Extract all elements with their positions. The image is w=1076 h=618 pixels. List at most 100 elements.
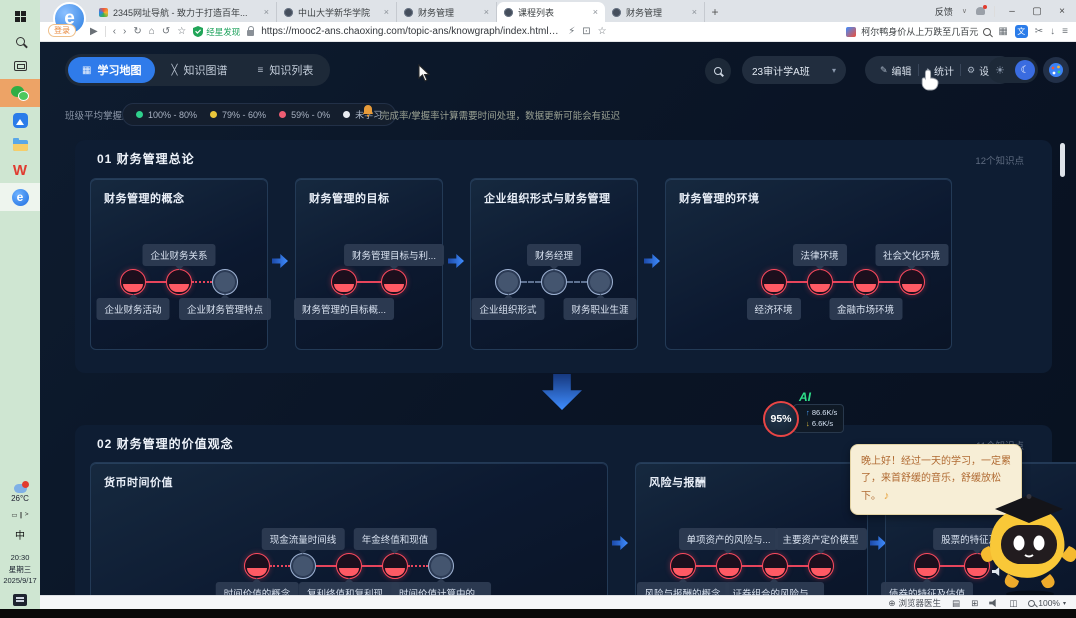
lightning-icon[interactable]: ⚡ <box>568 26 575 37</box>
bookmark-star-icon[interactable]: ☆ <box>598 26 607 37</box>
weather-widget[interactable]: 26°C <box>11 484 29 503</box>
node-label[interactable]: 财务管理的目标概... <box>294 298 394 320</box>
chapter-card[interactable]: 财务管理的目标 财务管理的目标概... 财务管理目标与利... <box>295 178 443 350</box>
knowledge-node[interactable]: 现金流量时间线 <box>290 553 316 579</box>
login-button[interactable]: 登录 <box>48 24 76 37</box>
favorites-icon[interactable]: ☆ <box>177 26 186 37</box>
browser-tab-4-active[interactable]: 课程列表 × <box>497 2 605 22</box>
node-label[interactable]: 经济环境 <box>746 298 800 320</box>
notification-center-icon[interactable] <box>13 594 27 606</box>
node-label[interactable]: 企业财务活动 <box>96 298 169 320</box>
class-selector[interactable]: 23审计学A班 ▾ <box>742 56 846 84</box>
home-icon[interactable]: ⌂ <box>149 26 155 37</box>
split-view-button[interactable]: ◫ <box>1009 598 1017 609</box>
omnibox-search[interactable]: 柯尔鸭身价从上万跌至几百元 <box>846 25 991 38</box>
screenshot-icon[interactable]: ⊡ <box>582 26 590 37</box>
knowledge-node[interactable]: 财务经理 <box>541 269 567 295</box>
chapter-card[interactable]: 货币时间价值 时间价值的概念 现金流量时间线 复利终 <box>90 462 608 595</box>
tab-knowledge-graph[interactable]: ╳ 知识图谱 <box>157 57 241 83</box>
node-label[interactable]: 财务职业生涯 <box>563 298 636 320</box>
node-label[interactable]: 证券组合的风险与... <box>725 582 825 595</box>
knowledge-node[interactable]: 财务管理目标与利... <box>381 269 407 295</box>
taskbar-clock[interactable]: 20:30 星期三 2025/9/17 <box>3 552 36 586</box>
chapter-card[interactable]: 财务管理的概念 企业财务活动 企业财务关系 企业财务 <box>90 178 268 350</box>
map-search-button[interactable] <box>705 58 731 84</box>
apps-grid-icon[interactable]: ▦ <box>998 26 1007 37</box>
feedback-button[interactable]: 反馈 <box>935 5 953 18</box>
knowledge-node[interactable]: 企业财务关系 <box>166 269 192 295</box>
knowledge-node[interactable]: 年金终值和现值 <box>382 553 408 579</box>
moon-icon[interactable]: ☾ <box>1015 60 1035 80</box>
tab-close-icon[interactable]: × <box>264 7 269 17</box>
node-label[interactable]: 金融市场环境 <box>829 298 902 320</box>
browser-tab-5[interactable]: 财务管理 × <box>605 2 705 22</box>
tab-close-icon[interactable]: × <box>692 7 697 17</box>
node-label[interactable]: 财务管理目标与利... <box>344 244 444 266</box>
tab-close-icon[interactable]: × <box>484 7 489 17</box>
taskbar-wechat-button[interactable] <box>0 79 40 107</box>
browser-tab-3[interactable]: 财务管理 × <box>397 2 497 22</box>
omnibox-search-text[interactable]: 柯尔鸭身价从上万跌至几百元 <box>861 25 978 38</box>
taskbar-docs-app-button[interactable] <box>0 108 40 132</box>
knowledge-node[interactable]: 财务管理的目标概... <box>331 269 357 295</box>
node-label[interactable]: 风险与报酬的概念 <box>636 582 728 595</box>
forward-icon[interactable]: › <box>123 26 126 37</box>
knowledge-node[interactable]: 财务职业生涯 <box>587 269 613 295</box>
node-label[interactable]: 法律环境 <box>792 244 846 266</box>
knowledge-node[interactable]: 金融市场环境 <box>853 269 879 295</box>
input-method-indicator[interactable]: 中 <box>15 527 25 542</box>
knowledge-node[interactable]: 社会文化环境 <box>899 269 925 295</box>
page-scrollbar-thumb[interactable] <box>1060 143 1065 177</box>
reload-icon[interactable]: ↻ <box>133 26 141 37</box>
tab-close-icon[interactable]: × <box>384 7 389 17</box>
edit-button[interactable]: ✎ 编辑 <box>874 63 918 78</box>
translate-icon[interactable]: 文 <box>1015 25 1028 38</box>
tab-close-icon[interactable]: × <box>593 7 598 17</box>
taskbar-wps-button[interactable]: W <box>0 158 40 182</box>
knowledge-node[interactable]: 企业财务活动 <box>120 269 146 295</box>
knowledge-node[interactable]: 经济环境 <box>761 269 787 295</box>
assistant-mascot[interactable] <box>970 494 1076 595</box>
knowledge-node[interactable]: 风险与报酬的概念 <box>670 553 696 579</box>
node-label[interactable]: 单项资产的风险与... <box>679 528 779 550</box>
node-label[interactable]: 现金流量时间线 <box>262 528 345 550</box>
node-label[interactable]: 企业组织形式 <box>471 298 544 320</box>
new-tab-button[interactable]: + <box>705 2 725 22</box>
menu-icon[interactable]: ≡ <box>1062 26 1068 37</box>
knowledge-node[interactable]: 企业组织形式 <box>495 269 521 295</box>
sun-icon[interactable]: ☀ <box>995 64 1005 77</box>
task-view-button[interactable] <box>0 54 40 78</box>
knowledge-node[interactable]: 主要资产定价模型 <box>808 553 834 579</box>
knowledge-node[interactable]: 时间价值计算中的... <box>428 553 454 579</box>
chapter-card[interactable]: 风险与报酬 风险与报酬的概念 单项资产的风险与... <box>635 462 868 595</box>
taskbar-browser-button[interactable]: e <box>0 183 40 211</box>
resume-icon[interactable]: ▶ <box>90 26 98 37</box>
knowledge-node[interactable]: 时间价值的概念 <box>244 553 270 579</box>
knowledge-node[interactable]: 复利终值和复利现... <box>336 553 362 579</box>
search-icon[interactable] <box>983 28 991 36</box>
taskbar-file-explorer-button[interactable] <box>0 133 40 157</box>
maximize-button[interactable]: ▢ <box>1029 6 1045 17</box>
extensions-button[interactable]: ⊞ <box>971 598 978 609</box>
knowledge-node[interactable]: 债券的特征及估值 <box>914 553 940 579</box>
knowledge-node[interactable]: 证券组合的风险与... <box>762 553 788 579</box>
download-icon[interactable]: ↓ <box>1050 26 1055 37</box>
theme-palette-button[interactable] <box>1043 57 1069 83</box>
tab-learning-map[interactable]: ▦ 学习地图 <box>68 57 155 83</box>
scissors-icon[interactable]: ✂ <box>1035 26 1043 37</box>
knowledge-node[interactable]: 企业财务管理特点 <box>212 269 238 295</box>
node-label[interactable]: 企业财务管理特点 <box>179 298 271 320</box>
feedback-caret-icon[interactable]: ∨ <box>962 7 967 15</box>
node-label[interactable]: 财务经理 <box>527 244 581 266</box>
theme-toggle[interactable]: ☀ ☾ <box>988 57 1038 83</box>
tab-knowledge-list[interactable]: ≡ 知识列表 <box>243 57 327 83</box>
browser-tab-1[interactable]: 2345网址导航 - 致力于打造百年... × <box>92 2 277 22</box>
zoom-control[interactable]: 100% ▾ <box>1028 598 1066 608</box>
knowledge-node[interactable]: 单项资产的风险与... <box>716 553 742 579</box>
mute-button[interactable] <box>989 599 998 607</box>
notification-bell-icon[interactable] <box>976 7 985 15</box>
windows-start-button[interactable] <box>0 4 40 28</box>
print-button[interactable]: ▤ <box>952 598 960 609</box>
system-tray[interactable]: ▭ ∥ > <box>11 511 28 519</box>
history-icon[interactable]: ↺ <box>162 26 170 37</box>
